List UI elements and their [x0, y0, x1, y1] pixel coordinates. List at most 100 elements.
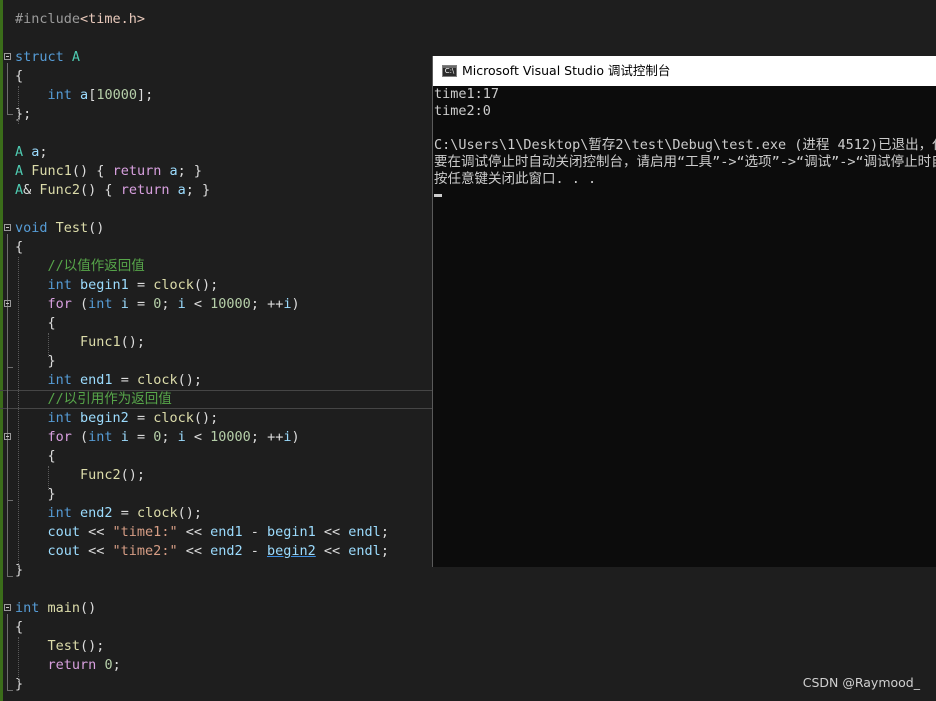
code-token: <<: [80, 524, 113, 540]
code-token: &: [23, 182, 40, 198]
code-token: Test: [47, 638, 81, 654]
code-token: <: [185, 429, 211, 445]
console-title: Microsoft Visual Studio 调试控制台: [462, 63, 671, 78]
code-token: 10000: [96, 87, 137, 103]
console-line: time2:0: [434, 103, 491, 119]
code-token: struct: [15, 49, 64, 65]
code-line[interactable]: }: [0, 675, 936, 694]
fold-guide-end: [7, 367, 13, 368]
console-line: C:\Users\1\Desktop\暂存2\test\Debug\test.e…: [434, 137, 936, 153]
code-token: a: [80, 87, 89, 103]
code-token: <<: [315, 543, 349, 559]
code-token: ; }: [185, 182, 211, 198]
code-line-text: }: [15, 675, 23, 694]
code-line[interactable]: [0, 29, 936, 48]
code-line-text: //以引用作为返回值: [15, 390, 172, 409]
code-token: ();: [80, 638, 105, 654]
code-token: Func2: [80, 467, 121, 483]
code-line-text: cout << "time2:" << end2 - begin2 << end…: [15, 542, 389, 561]
code-line-text: }: [15, 352, 56, 371]
code-line[interactable]: Test();: [0, 637, 936, 656]
code-line-text: {: [15, 447, 56, 466]
code-token: }: [15, 353, 56, 369]
code-line-text: //以值作返回值: [15, 257, 145, 276]
code-token: a: [169, 163, 178, 179]
code-token: () {: [71, 163, 113, 179]
code-line-text: {: [15, 618, 23, 637]
fold-struct-icon[interactable]: [4, 53, 11, 60]
code-token: Func2: [39, 182, 81, 198]
code-token: {: [15, 315, 56, 331]
indent-guide: [18, 637, 19, 685]
code-token: ();: [193, 277, 219, 293]
code-line-text: int a[10000];: [15, 86, 154, 105]
code-line-text: {: [15, 67, 23, 86]
code-token: {: [15, 448, 56, 464]
code-token: int: [47, 410, 72, 426]
code-token: return: [120, 182, 170, 198]
console-line: time1:17: [434, 86, 500, 102]
console-titlebar[interactable]: C:\ Microsoft Visual Studio 调试控制台: [433, 56, 936, 86]
code-token: end2: [210, 543, 243, 559]
indent-guide: [48, 466, 49, 490]
code-token: ; ++: [250, 296, 284, 312]
fold-for1-icon[interactable]: [4, 300, 11, 307]
code-token: i: [177, 296, 186, 312]
code-token: Func1: [31, 163, 72, 179]
code-token: =: [128, 410, 154, 426]
code-token: i: [120, 296, 129, 312]
fold-for2-icon[interactable]: [4, 433, 11, 440]
code-token: -: [242, 543, 267, 559]
fold-main-icon[interactable]: [4, 604, 11, 611]
code-token: return: [112, 163, 162, 179]
code-token: =: [128, 277, 154, 293]
code-token: 10000: [210, 429, 251, 445]
code-token: #include: [15, 11, 81, 27]
code-token: "time2:": [112, 543, 178, 559]
code-line[interactable]: {: [0, 618, 936, 637]
code-token: =: [112, 372, 137, 388]
code-token: endl: [348, 524, 381, 540]
code-token: clock: [153, 277, 194, 293]
debug-console-window[interactable]: C:\ Microsoft Visual Studio 调试控制台 time1:…: [432, 56, 936, 567]
code-token: //以引用作为返回值: [47, 391, 172, 407]
code-token: clock: [136, 505, 178, 521]
code-token: A: [15, 144, 24, 160]
code-token: begin2: [267, 543, 316, 559]
code-line-text: {: [15, 238, 23, 257]
console-app-icon: C:\: [442, 65, 457, 77]
code-line-text: int begin1 = clock();: [15, 276, 219, 295]
code-line-text: A Func1() { return a; }: [15, 162, 202, 181]
code-line-text: A& Func2() { return a; }: [15, 181, 210, 200]
code-token: 10000: [210, 296, 251, 312]
code-token: begin2: [80, 410, 129, 426]
code-token: =: [112, 505, 137, 521]
fold-guide: [7, 234, 8, 576]
fold-test-icon[interactable]: [4, 224, 11, 231]
code-token: ; }: [177, 163, 203, 179]
code-line-text: int end1 = clock();: [15, 371, 202, 390]
fold-guide-end: [7, 114, 13, 115]
code-line[interactable]: int main(): [0, 599, 936, 618]
code-token: end2: [80, 505, 113, 521]
code-token: ;: [161, 429, 178, 445]
code-token: ;: [161, 296, 178, 312]
code-line-text: #include<time.h>: [15, 10, 145, 29]
code-line[interactable]: return 0;: [0, 656, 936, 675]
code-token: <<: [177, 543, 211, 559]
code-line[interactable]: #include<time.h>: [0, 10, 936, 29]
indent-guide: [18, 86, 19, 124]
code-token: ; ++: [250, 429, 284, 445]
console-line: 要在调试停止时自动关闭控制台，请启用“工具”->“选项”->“调试”->“调试停…: [434, 154, 936, 170]
code-token: {: [15, 619, 24, 635]
code-line[interactable]: [0, 580, 936, 599]
